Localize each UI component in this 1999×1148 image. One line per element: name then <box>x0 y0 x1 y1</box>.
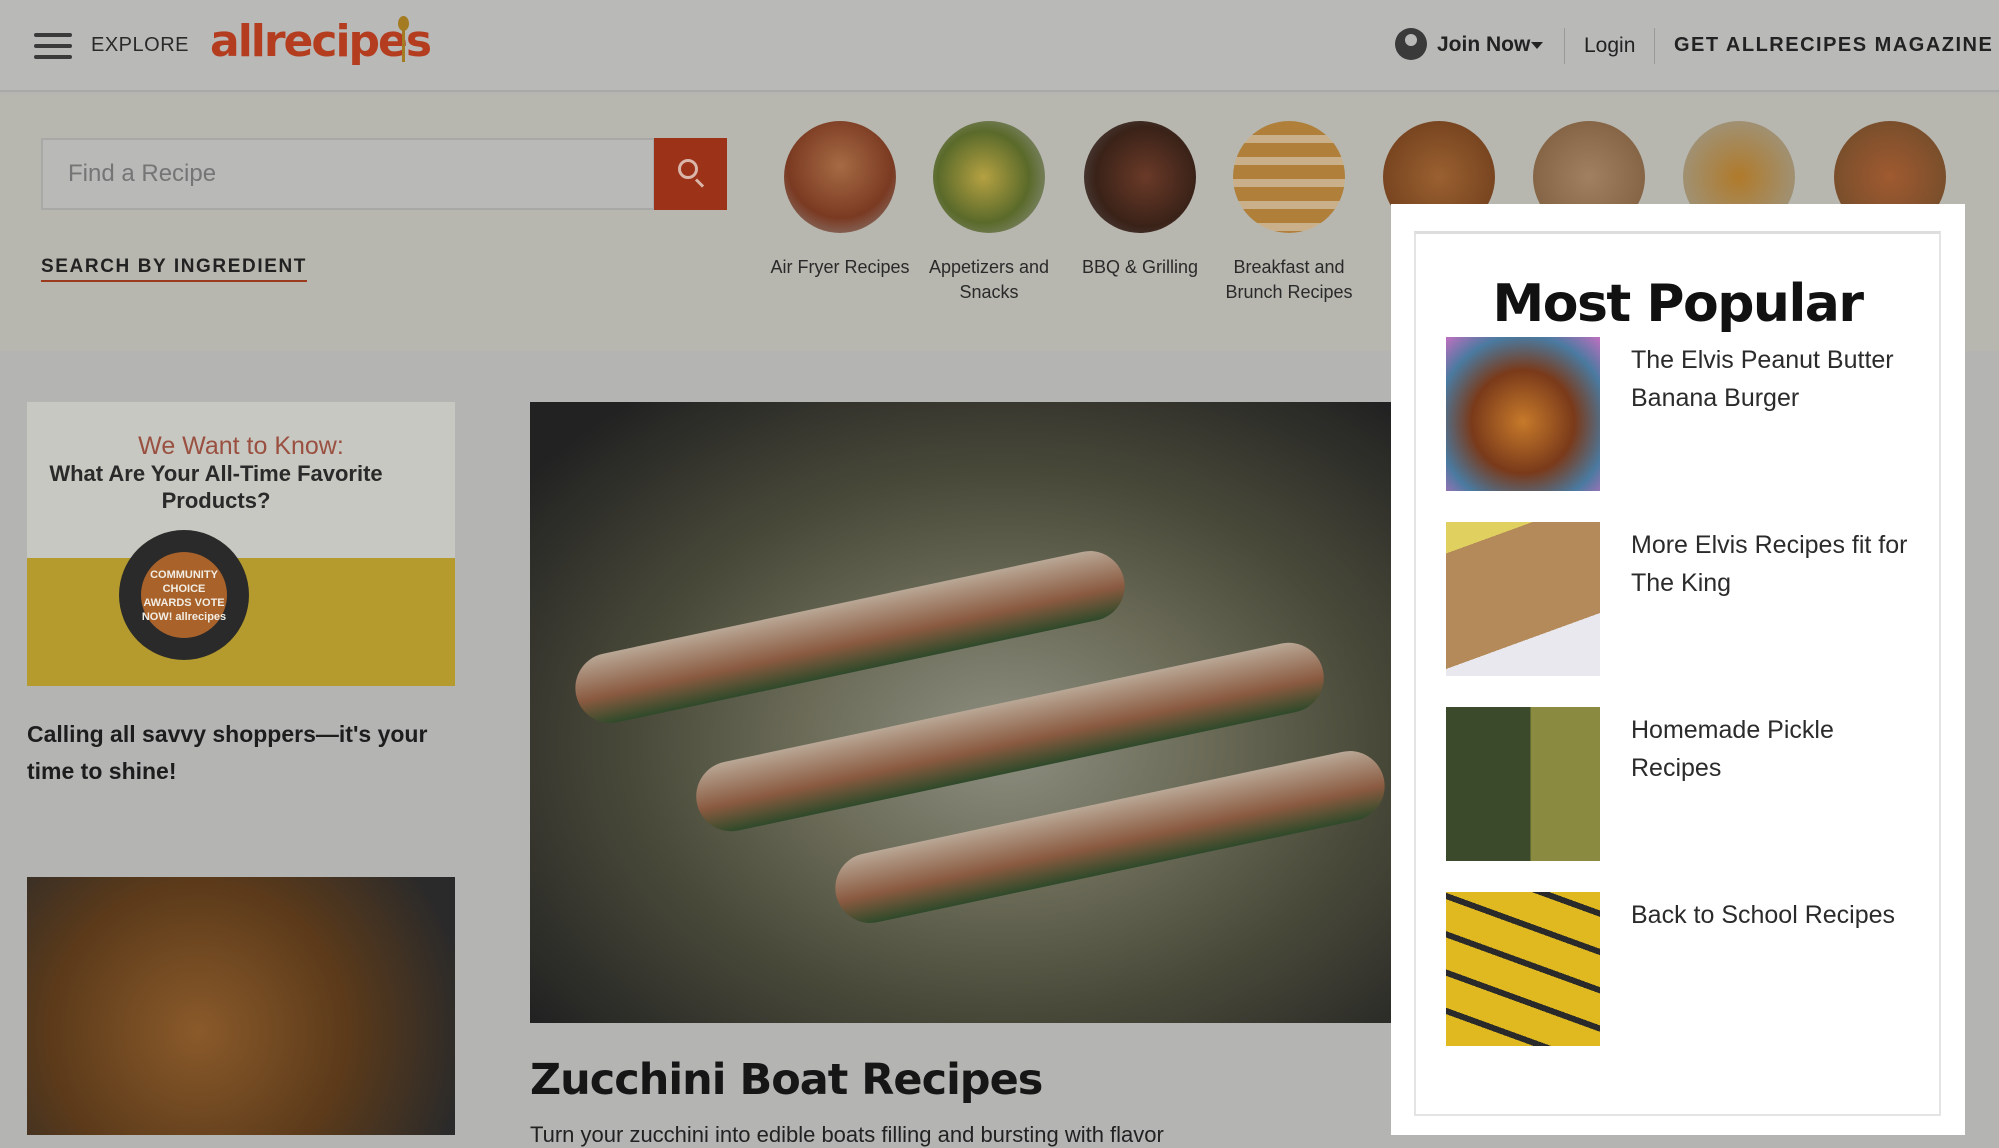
category-bbq[interactable]: BBQ & Grilling <box>1065 121 1215 280</box>
user-account-icon[interactable] <box>1395 28 1427 60</box>
popular-item[interactable]: Back to School Recipes <box>1446 892 1926 1046</box>
category-image <box>1233 121 1345 233</box>
site-header: EXPLORE allrecipes Join Now Login GET AL… <box>0 0 1999 92</box>
category-appetizers[interactable]: Appetizers and Snacks <box>914 121 1064 305</box>
category-image <box>784 121 896 233</box>
category-air-fryer[interactable]: Air Fryer Recipes <box>765 121 915 280</box>
popular-item-image <box>1446 337 1600 491</box>
divider <box>1564 28 1565 64</box>
category-image <box>933 121 1045 233</box>
popular-item-label: More Elvis Recipes fit for The King <box>1631 531 1908 597</box>
category-label: Breakfast and Brunch Recipes <box>1225 257 1353 302</box>
category-image <box>1084 121 1196 233</box>
login-link[interactable]: Login <box>1584 34 1635 58</box>
hero-description: Turn your zucchini into edible boats fil… <box>530 1122 1164 1147</box>
ad-subhead: What Are Your All-Time Favorite Products… <box>49 461 383 513</box>
hamburger-menu-icon[interactable] <box>34 33 72 59</box>
category-breakfast[interactable]: Breakfast and Brunch Recipes <box>1214 121 1364 305</box>
popular-item-image <box>1446 707 1600 861</box>
category-label: Air Fryer Recipes <box>770 257 910 277</box>
popular-item[interactable]: The Elvis Peanut Butter Banana Burger <box>1446 337 1926 491</box>
search-box[interactable] <box>41 138 655 210</box>
community-choice-badge-logo: COMMUNITY CHOICE AWARDS VOTE NOW! allrec… <box>119 530 249 660</box>
popup-title: Most Popular <box>1492 274 1864 334</box>
badge-text: COMMUNITY CHOICE AWARDS VOTE NOW! allrec… <box>141 569 227 623</box>
popular-item-label: The Elvis Peanut Butter Banana Burger <box>1631 346 1894 412</box>
popular-item[interactable]: Homemade Pickle Recipes <box>1446 707 1926 861</box>
popular-item-image <box>1446 892 1600 1046</box>
ad-headline: We Want to Know: <box>138 432 344 460</box>
category-label: Appetizers and Snacks <box>928 257 1050 302</box>
get-magazine-link[interactable]: GET ALLRECIPES MAGAZINE <box>1674 34 1993 57</box>
search-by-ingredient-link[interactable]: SEARCH BY INGREDIENT <box>41 256 308 282</box>
category-label: BBQ & Grilling <box>1081 257 1199 277</box>
search-input[interactable] <box>43 140 653 208</box>
popular-item[interactable]: More Elvis Recipes fit for The King <box>1446 522 1926 676</box>
most-popular-panel: Most Popular The Elvis Peanut Butter Ban… <box>1414 231 1941 1116</box>
most-popular-popup: Most Popular The Elvis Peanut Butter Ban… <box>1391 204 1965 1135</box>
blondie-bars-image[interactable] <box>27 877 455 1135</box>
chevron-down-icon[interactable] <box>1531 42 1543 55</box>
popular-item-label: Back to School Recipes <box>1631 901 1896 929</box>
join-now-button[interactable]: Join Now <box>1437 33 1530 57</box>
community-choice-ad[interactable]: We Want to Know: What Are Your All-Time … <box>27 402 455 686</box>
popular-item-image <box>1446 522 1600 676</box>
popular-item-label: Homemade Pickle Recipes <box>1631 716 1834 782</box>
divider <box>1654 28 1655 64</box>
explore-link[interactable]: EXPLORE <box>91 34 189 57</box>
hero-image[interactable] <box>530 402 1391 1023</box>
spoon-logo-icon <box>397 16 409 62</box>
search-button[interactable] <box>654 138 727 210</box>
hero-title[interactable]: Zucchini Boat Recipes <box>530 1055 1043 1105</box>
ad-caption-link[interactable]: Calling all savvy shoppers—it's your tim… <box>27 716 457 790</box>
